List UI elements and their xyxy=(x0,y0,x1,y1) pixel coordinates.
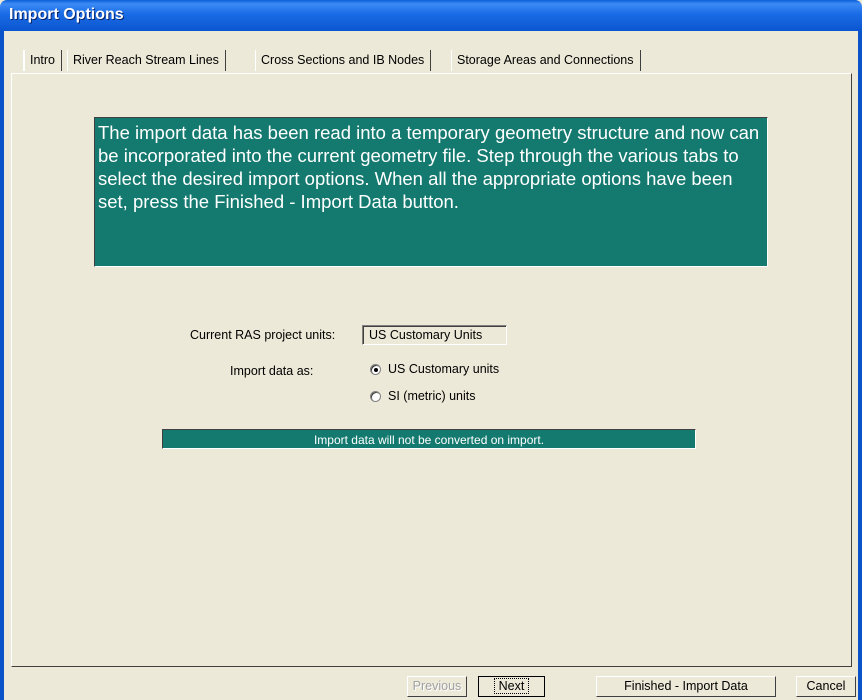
import-as-label: Import data as: xyxy=(230,364,314,378)
import-options-window: Import Options Intro River Reach Stream … xyxy=(0,0,862,700)
intro-message: The import data has been read into a tem… xyxy=(94,117,768,267)
current-units-field: US Customary Units xyxy=(362,325,507,345)
radio-us-customary-label: US Customary units xyxy=(388,362,500,376)
current-units-label: Current RAS project units: xyxy=(190,328,336,342)
radio-si-metric-label: SI (metric) units xyxy=(388,389,476,403)
cancel-button[interactable]: Cancel xyxy=(796,676,856,697)
tab-intro[interactable]: Intro xyxy=(23,50,63,71)
radio-unselected-indicator xyxy=(370,391,381,402)
conversion-status: Import data will not be converted on imp… xyxy=(162,429,696,449)
tab-cross-sections-ib-nodes[interactable]: Cross Sections and IB Nodes xyxy=(255,50,432,71)
radio-selected-indicator xyxy=(370,364,381,375)
window-frame-right xyxy=(858,31,862,700)
previous-button[interactable]: Previous xyxy=(407,676,467,697)
finished-import-data-button[interactable]: Finished - Import Data xyxy=(596,676,776,697)
tab-river-reach-stream-lines[interactable]: River Reach Stream Lines xyxy=(67,50,226,71)
title-bar[interactable]: Import Options xyxy=(0,0,862,31)
tab-storage-areas-connections[interactable]: Storage Areas and Connections xyxy=(451,50,641,71)
next-button[interactable]: Next xyxy=(478,676,545,697)
window-title: Import Options xyxy=(9,6,124,23)
window-frame-left xyxy=(0,31,4,700)
